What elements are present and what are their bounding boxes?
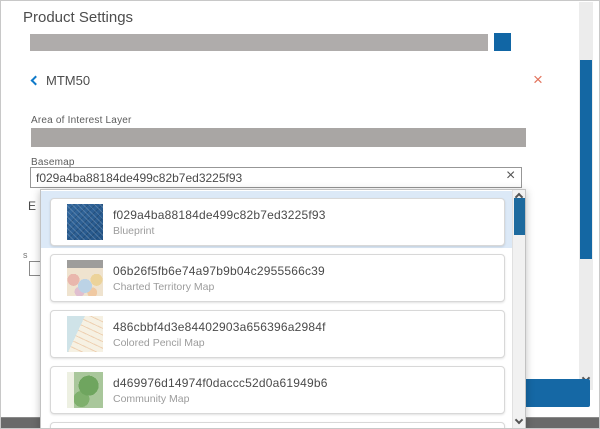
basemap-option-id: 486cbbf4d3e84402903a656396a2984f [113,320,326,334]
basemap-dropdown: f029a4ba88184de499c82b7ed3225f93 Bluepri… [40,189,526,429]
basemap-option-id: d469976d14974f0daccc52d0a61949b6 [113,376,328,390]
dropdown-scrollbar[interactable] [512,190,525,429]
page-title: Product Settings [23,9,133,26]
basemap-option-name: Blueprint [113,225,326,237]
basemap-thumbnail-icon [67,260,103,296]
basemap-option[interactable]: 06b26f5fb6e74a97b9b04c2955566c39 Charted… [50,254,505,302]
scroll-down-icon[interactable] [515,416,523,424]
basemap-input[interactable] [30,167,522,188]
basemap-option-id: f029a4ba88184de499c82b7ed3225f93 [113,208,326,222]
window-scrollbar[interactable] [579,2,593,390]
basemap-thumbnail-icon [67,316,103,352]
product-settings-window: Product Settings MTM50 × Area of Interes… [0,0,600,429]
window-scrollbar-thumb[interactable] [580,60,592,259]
aoi-layer-label: Area of Interest Layer [31,115,132,126]
aoi-layer-input[interactable] [31,128,526,147]
back-button[interactable]: MTM50 [32,73,90,88]
basemap-option-name: Charted Territory Map [113,281,325,293]
basemap-option-selected[interactable]: f029a4ba88184de499c82b7ed3225f93 Bluepri… [50,198,505,246]
basemap-option-name: Community Map [113,393,328,405]
basemap-thumbnail-icon [67,204,103,240]
basemap-option[interactable]: 486cbbf4d3e84402903a656396a2984f Colored… [50,310,505,358]
back-label: MTM50 [46,73,90,88]
clear-input-icon[interactable]: × [506,168,515,184]
basemap-option-name: Colored Pencil Map [113,337,326,349]
hidden-label-fragment: E [28,199,36,213]
basemap-option-id: 06b26f5fb6e74a97b9b04c2955566c39 [113,264,325,278]
basemap-thumbnail-icon [67,372,103,408]
primary-action-button[interactable] [523,379,590,407]
chevron-left-icon [31,76,41,86]
hidden-label-fragment-2: s [23,250,28,260]
basemap-option[interactable] [50,422,505,429]
progress-bar [30,34,488,51]
basemap-option[interactable]: d469976d14974f0daccc52d0a61949b6 Communi… [50,366,505,414]
dropdown-scrollbar-thumb[interactable] [514,198,525,235]
progress-knob [494,33,511,51]
close-icon[interactable]: × [533,71,543,88]
